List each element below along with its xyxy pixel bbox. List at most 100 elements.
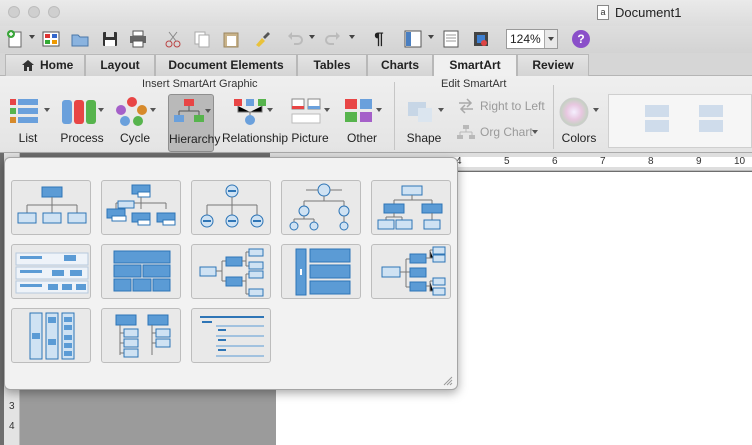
templates-icon bbox=[42, 31, 60, 47]
layout-name-and-title-org-chart[interactable] bbox=[101, 180, 181, 235]
relationship-button[interactable]: Relationship bbox=[222, 94, 289, 152]
paste-button[interactable] bbox=[220, 28, 242, 50]
layout-lined-list[interactable] bbox=[191, 308, 271, 363]
tab-review[interactable]: Review bbox=[517, 54, 589, 76]
ruler-number: 7 bbox=[600, 156, 606, 167]
new-document-button[interactable] bbox=[4, 28, 26, 50]
minimize-window-button[interactable] bbox=[28, 6, 40, 18]
layout-hierarchy-list[interactable] bbox=[101, 308, 181, 363]
right-to-left-label: Right to Left bbox=[480, 99, 545, 113]
window-title: Document1 bbox=[615, 5, 682, 20]
copy-button[interactable] bbox=[191, 28, 213, 50]
style-gallery[interactable] bbox=[608, 94, 752, 148]
hierarchy-caret bbox=[205, 109, 211, 113]
ribbon-tabs: Home Layout Document Elements Tables Cha… bbox=[0, 53, 752, 77]
picture-button[interactable]: Picture bbox=[288, 94, 332, 152]
new-document-icon bbox=[7, 30, 22, 48]
colors-label: Colors bbox=[561, 131, 597, 145]
org-chart-icon bbox=[457, 125, 475, 139]
cycle-button[interactable]: Cycle bbox=[112, 94, 158, 152]
vruler-number: 4 bbox=[9, 421, 15, 432]
relationship-label: Relationship bbox=[222, 131, 289, 145]
home-icon bbox=[22, 60, 34, 71]
help-button[interactable]: ? bbox=[572, 30, 590, 48]
undo-icon bbox=[288, 32, 303, 45]
shape-button[interactable]: Shape bbox=[400, 94, 448, 152]
hierarchy-button[interactable]: Hierarchy bbox=[168, 94, 221, 152]
copy-icon bbox=[194, 31, 210, 48]
tab-layout[interactable]: Layout bbox=[85, 54, 155, 76]
show-formatting-button[interactable]: ¶ bbox=[368, 28, 390, 50]
redo-dropdown-caret[interactable] bbox=[349, 35, 355, 39]
hierarchy-label: Hierarchy bbox=[169, 132, 221, 146]
format-painter-button[interactable] bbox=[251, 28, 273, 50]
tab-tables[interactable]: Tables bbox=[297, 54, 367, 76]
process-label: Process bbox=[60, 131, 104, 145]
colors-caret bbox=[593, 108, 599, 112]
colors-palette-icon bbox=[559, 97, 589, 127]
org-chart-label: Org Chart bbox=[480, 125, 533, 139]
templates-button[interactable] bbox=[40, 28, 62, 50]
process-button[interactable]: Process bbox=[58, 94, 106, 152]
relationship-icon bbox=[234, 99, 266, 125]
sidebar-view-icon bbox=[404, 30, 422, 48]
save-button[interactable] bbox=[99, 28, 121, 50]
tab-document-elements[interactable]: Document Elements bbox=[155, 54, 297, 76]
cut-button[interactable] bbox=[162, 28, 184, 50]
zoom-dropdown-arrow[interactable] bbox=[544, 30, 557, 48]
media-browser-button[interactable] bbox=[470, 28, 492, 50]
zoom-select[interactable]: 124% bbox=[506, 29, 558, 49]
layout-horizontal-labeled-hierarchy[interactable] bbox=[11, 244, 91, 299]
hierarchy-list-bracket-icon bbox=[295, 248, 351, 296]
tab-home[interactable]: Home bbox=[5, 54, 85, 76]
redo-icon bbox=[325, 32, 340, 45]
layout-table-hierarchy[interactable] bbox=[101, 244, 181, 299]
colors-button[interactable]: Colors bbox=[556, 94, 602, 152]
zoom-window-button[interactable] bbox=[48, 6, 60, 18]
org-chart-button[interactable]: Org Chart bbox=[457, 123, 547, 143]
other-button[interactable]: Other bbox=[340, 94, 384, 152]
document-icon: a bbox=[597, 5, 609, 20]
gallery-button[interactable] bbox=[440, 28, 462, 50]
layout-hierarchy-list-bracket[interactable] bbox=[281, 244, 361, 299]
ruler-number: 6 bbox=[552, 156, 558, 167]
title-bar: a Document1 bbox=[0, 0, 752, 26]
shape-icon bbox=[408, 102, 432, 122]
list-button[interactable]: List bbox=[4, 94, 52, 152]
media-film-icon bbox=[474, 32, 488, 46]
tab-charts[interactable]: Charts bbox=[367, 54, 433, 76]
picture-caret bbox=[324, 108, 330, 112]
undo-button[interactable] bbox=[284, 28, 306, 50]
cycle-icon bbox=[116, 97, 147, 126]
layout-labeled-circle-hierarchy[interactable] bbox=[281, 180, 361, 235]
undo-dropdown-caret[interactable] bbox=[309, 35, 315, 39]
layout-vertical-hierarchy-columns[interactable] bbox=[11, 308, 91, 363]
list-icon bbox=[10, 99, 38, 123]
right-to-left-button[interactable]: Right to Left bbox=[457, 97, 547, 117]
save-icon bbox=[103, 32, 117, 46]
printer-icon bbox=[130, 30, 146, 48]
layout-hierarchy[interactable] bbox=[371, 180, 451, 235]
labeled-circle-hierarchy-icon bbox=[289, 183, 350, 231]
new-dropdown-caret[interactable] bbox=[29, 35, 35, 39]
layout-circle-hierarchy[interactable] bbox=[191, 180, 271, 235]
relationship-caret bbox=[267, 108, 273, 112]
gallery-icon bbox=[443, 30, 459, 48]
redo-button[interactable] bbox=[322, 28, 344, 50]
hierarchy-icon bbox=[174, 99, 204, 122]
resize-grip-icon[interactable] bbox=[443, 376, 453, 386]
process-caret bbox=[98, 108, 104, 112]
layout-organization-chart[interactable] bbox=[11, 180, 91, 235]
layout-horizontal-org-chart[interactable] bbox=[371, 244, 451, 299]
print-button[interactable] bbox=[127, 28, 149, 50]
layout-horizontal-hierarchy[interactable] bbox=[191, 244, 271, 299]
open-button[interactable] bbox=[69, 28, 91, 50]
view-dropdown-caret[interactable] bbox=[428, 35, 434, 39]
cycle-label: Cycle bbox=[119, 131, 150, 145]
other-label: Other bbox=[346, 131, 377, 145]
tab-smartart[interactable]: SmartArt bbox=[433, 54, 517, 77]
close-window-button[interactable] bbox=[8, 6, 20, 18]
view-button[interactable] bbox=[402, 28, 424, 50]
right-to-left-icon bbox=[459, 98, 473, 114]
insert-group-label: Insert SmartArt Graphic bbox=[142, 78, 258, 90]
